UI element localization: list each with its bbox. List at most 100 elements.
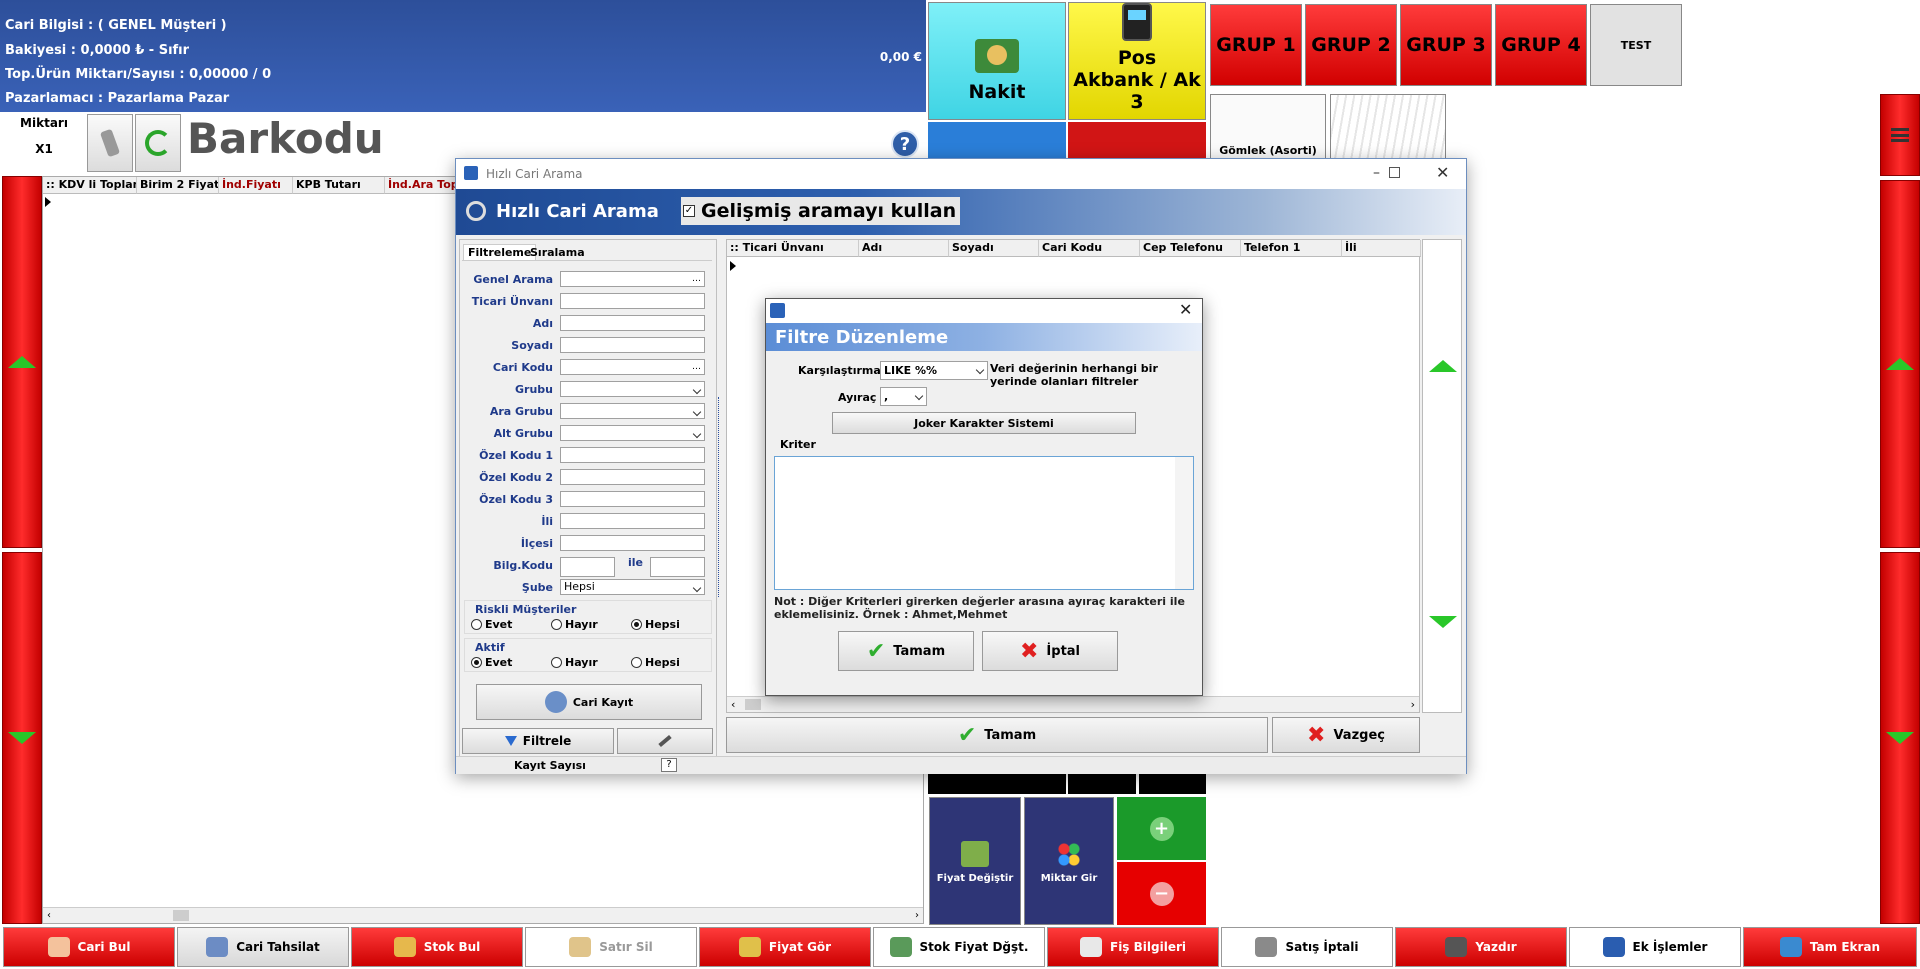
ek-islemler-button[interactable]: Ek İşlemler [1569, 927, 1741, 967]
advanced-search-checkbox[interactable]: ✓ Gelişmiş aramayı kullan [681, 197, 961, 225]
scanner-button[interactable] [87, 114, 133, 172]
pos-akbank-button[interactable]: Pos Akbank / Ak 3 [1068, 2, 1206, 120]
results-horizontal-scrollbar[interactable]: ‹ › [727, 696, 1419, 712]
quantity-box[interactable]: Miktarı X1 [0, 112, 88, 174]
dialog-tamam-button[interactable]: ✔ Tamam [726, 717, 1268, 753]
product-tile-2[interactable] [1330, 94, 1446, 160]
results-col-ticari-unvani[interactable]: :: Ticari Ünvanı [727, 240, 859, 257]
cari-kayit-button[interactable]: Cari Kayıt [476, 684, 702, 720]
ozel-kodu-2-input[interactable] [560, 469, 705, 485]
filter-ok-button[interactable]: ✔ Tamam [838, 631, 974, 671]
soyadi-input[interactable] [560, 337, 705, 353]
satis-iptali-button[interactable]: Satış İptali [1221, 927, 1393, 967]
group-test-button[interactable]: TEST [1590, 4, 1682, 86]
payment-tile-blue[interactable] [928, 122, 1066, 158]
tab-siralama[interactable]: Sıralama [530, 246, 585, 259]
results-col-ili[interactable]: İli [1342, 240, 1421, 257]
fiyat-gor-button[interactable]: Fiyat Gör [699, 927, 871, 967]
alt-grubu-select[interactable] [560, 425, 705, 441]
refresh-button[interactable] [135, 114, 181, 172]
left-scroll-up-button[interactable] [2, 176, 42, 548]
grid-col-kpb-tutari[interactable]: KPB Tutarı [293, 177, 385, 194]
results-scroll-up-button[interactable] [1429, 360, 1457, 372]
product-gomlek-button[interactable]: Gömlek (Asorti) [1210, 94, 1326, 160]
right-scroll-down-button[interactable] [1880, 552, 1920, 924]
riskli-hayir-radio[interactable]: Hayır [551, 618, 598, 631]
ili-input[interactable] [560, 513, 705, 529]
bilg-kodu-to-input[interactable] [650, 557, 705, 577]
results-col-cep-telefonu[interactable]: Cep Telefonu [1140, 240, 1241, 257]
miktar-gir-button[interactable]: Miktar Gir [1024, 797, 1114, 925]
cari-tahsilat-button[interactable]: Cari Tahsilat [177, 927, 349, 967]
grid-col-ind-fiyati[interactable]: İnd.Fiyatı [219, 177, 293, 194]
maximize-icon[interactable] [1389, 167, 1400, 178]
filter-dialog-titlebar[interactable]: ✕ [766, 299, 1202, 323]
aktif-hayir-radio[interactable]: Hayır [551, 656, 598, 669]
ozel-kodu-3-input[interactable] [560, 491, 705, 507]
help-icon[interactable]: ? [891, 130, 919, 158]
ticari-unvani-input[interactable] [560, 293, 705, 309]
close-icon[interactable]: ✕ [1436, 163, 1449, 182]
results-scroll-down-button[interactable] [1429, 616, 1457, 628]
filter-cancel-button[interactable]: ✖ İptal [982, 631, 1118, 671]
minimize-button[interactable]: – [1373, 165, 1380, 181]
aktif-evet-radio[interactable]: Evet [471, 656, 512, 669]
scroll-thumb[interactable] [745, 699, 761, 710]
fis-bilgileri-button[interactable]: Fiş Bilgileri [1047, 927, 1219, 967]
nakit-button[interactable]: Nakit [928, 2, 1066, 120]
yazdir-button[interactable]: Yazdır [1395, 927, 1567, 967]
group-4-button[interactable]: GRUP 4 [1495, 4, 1587, 86]
dialog-vazgec-button[interactable]: ✖ Vazgeç [1272, 717, 1420, 753]
close-icon[interactable]: ✕ [1179, 300, 1192, 319]
kriter-textarea[interactable] [774, 456, 1194, 590]
right-scroll-up-button[interactable] [1880, 180, 1920, 548]
riskli-hepsi-radio[interactable]: Hepsi [631, 618, 680, 631]
ara-grubu-select[interactable] [560, 403, 705, 419]
results-col-adi[interactable]: Adı [859, 240, 949, 257]
results-col-telefon-1[interactable]: Telefon 1 [1241, 240, 1342, 257]
tab-filtreleme[interactable]: Filtreleme [463, 244, 537, 260]
satir-sil-button[interactable]: Satır Sil [525, 927, 697, 967]
scroll-left-icon[interactable]: ‹ [47, 910, 51, 921]
ellipsis-icon[interactable]: … [692, 272, 701, 286]
decrease-button[interactable]: − [1117, 862, 1206, 925]
scroll-right-icon[interactable]: › [915, 910, 919, 921]
grubu-select[interactable] [560, 381, 705, 397]
grid-col-ind-ara-toplam[interactable]: İnd.Ara Topl [385, 177, 465, 194]
aktif-hepsi-radio[interactable]: Hepsi [631, 656, 680, 669]
genel-arama-input[interactable]: … [560, 271, 705, 287]
adi-input[interactable] [560, 315, 705, 331]
sube-select[interactable]: Hepsi [560, 579, 705, 595]
results-col-cari-kodu[interactable]: Cari Kodu [1039, 240, 1140, 257]
joker-karakter-button[interactable]: Joker Karakter Sistemi [832, 412, 1136, 434]
stok-fiyat-degistir-button[interactable]: Stok Fiyat Dğşt. [873, 927, 1045, 967]
grid-col-kdv-toplam[interactable]: :: KDV li Toplam [43, 177, 137, 194]
grid-col-birim2[interactable]: Birim 2 Fiyatı [137, 177, 219, 194]
ellipsis-icon[interactable]: … [692, 360, 701, 374]
splitter[interactable] [718, 397, 722, 597]
ayirac-select[interactable]: , [880, 387, 927, 406]
stok-bul-button[interactable]: Stok Bul [351, 927, 523, 967]
edit-filter-button[interactable] [617, 728, 713, 754]
scroll-right-icon[interactable]: › [1411, 698, 1415, 711]
results-col-soyadi[interactable]: Soyadı [949, 240, 1039, 257]
riskli-evet-radio[interactable]: Evet [471, 618, 512, 631]
group-3-button[interactable]: GRUP 3 [1400, 4, 1492, 86]
scroll-left-icon[interactable]: ‹ [731, 698, 735, 711]
kriter-scrollbar[interactable] [1175, 457, 1193, 589]
fiyat-degistir-button[interactable]: Fiyat Değiştir [929, 797, 1021, 925]
right-menu-button[interactable] [1880, 94, 1920, 176]
bilg-kodu-from-input[interactable] [560, 557, 615, 577]
group-2-button[interactable]: GRUP 2 [1305, 4, 1397, 86]
cari-bul-button[interactable]: Cari Bul [3, 927, 175, 967]
left-scroll-down-button[interactable] [2, 552, 42, 924]
filtrele-button[interactable]: Filtrele [462, 728, 614, 754]
increase-button[interactable]: + [1117, 797, 1206, 860]
dialog-titlebar[interactable]: Hızlı Cari Arama – ✕ [456, 159, 1466, 189]
karsilastirma-select[interactable]: LIKE %% [880, 361, 988, 380]
ilcesi-input[interactable] [560, 535, 705, 551]
payment-tile-red[interactable] [1068, 122, 1206, 158]
cari-kodu-input[interactable]: … [560, 359, 705, 375]
ozel-kodu-1-input[interactable] [560, 447, 705, 463]
tam-ekran-button[interactable]: Tam Ekran [1743, 927, 1917, 967]
